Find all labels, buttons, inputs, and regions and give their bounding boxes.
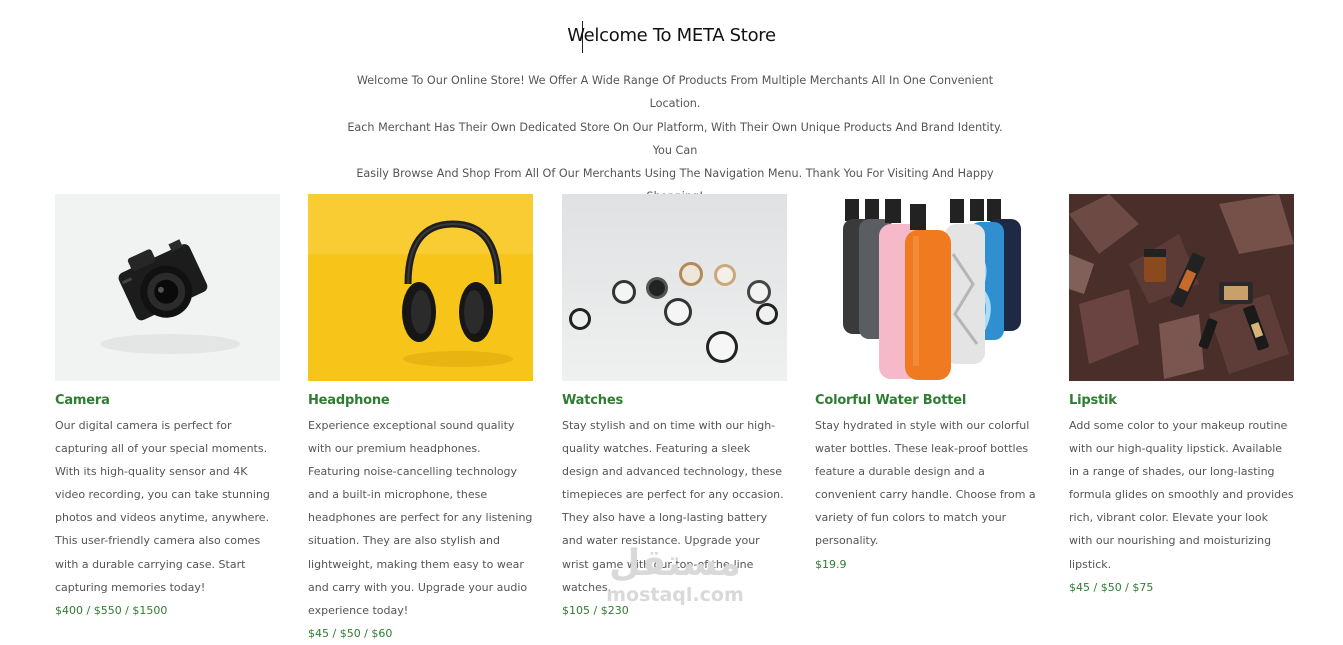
product-name[interactable]: Camera xyxy=(55,393,280,408)
water-bottles-photo[interactable] xyxy=(815,194,1040,381)
watches-photo[interactable] xyxy=(562,194,787,381)
product-name[interactable]: Colorful Water Bottel xyxy=(815,393,1040,408)
product-price: $19.9 xyxy=(815,557,847,571)
headphone-photo[interactable] xyxy=(308,194,533,381)
watermark-latin: mostaql.com xyxy=(606,584,744,606)
product-card-camera[interactable]: Camera Our digital camera is perfect for… xyxy=(55,194,280,622)
product-description: Experience exceptional sound quality wit… xyxy=(308,419,533,617)
product-name[interactable]: Watches xyxy=(562,393,787,408)
product-card-water-bottle[interactable]: Colorful Water Bottel Stay hydrated in s… xyxy=(815,194,1040,576)
product-name[interactable]: Lipstik xyxy=(1069,393,1294,408)
watermark: مستقل mostaql.com xyxy=(590,543,760,607)
product-description: Our digital camera is perfect for captur… xyxy=(55,419,270,594)
lipstick-photo[interactable] xyxy=(1069,194,1294,381)
product-card-lipstick[interactable]: Lipstik Add some color to your makeup ro… xyxy=(1069,194,1294,599)
product-name[interactable]: Headphone xyxy=(308,393,533,408)
intro-line: Each Merchant Has Their Own Dedicated St… xyxy=(347,120,1003,157)
product-price: $45 / $50 / $60 xyxy=(308,626,393,640)
product-card-headphone[interactable]: Headphone Experience exceptional sound q… xyxy=(308,194,533,645)
product-price: $400 / $550 / $1500 xyxy=(55,603,168,617)
product-description: Add some color to your makeup routine wi… xyxy=(1069,419,1294,571)
page-title: Welcome To META Store xyxy=(567,25,776,46)
camera-photo[interactable] xyxy=(55,194,280,381)
product-description: Stay hydrated in style with our colorful… xyxy=(815,419,1036,548)
intro-line: Welcome To Our Online Store! We Offer A … xyxy=(356,74,994,111)
intro-text: Welcome To Our Online Store! We Offer A … xyxy=(340,69,1010,209)
watermark-arabic: مستقل xyxy=(609,543,741,584)
product-price: $45 / $50 / $75 xyxy=(1069,580,1154,594)
